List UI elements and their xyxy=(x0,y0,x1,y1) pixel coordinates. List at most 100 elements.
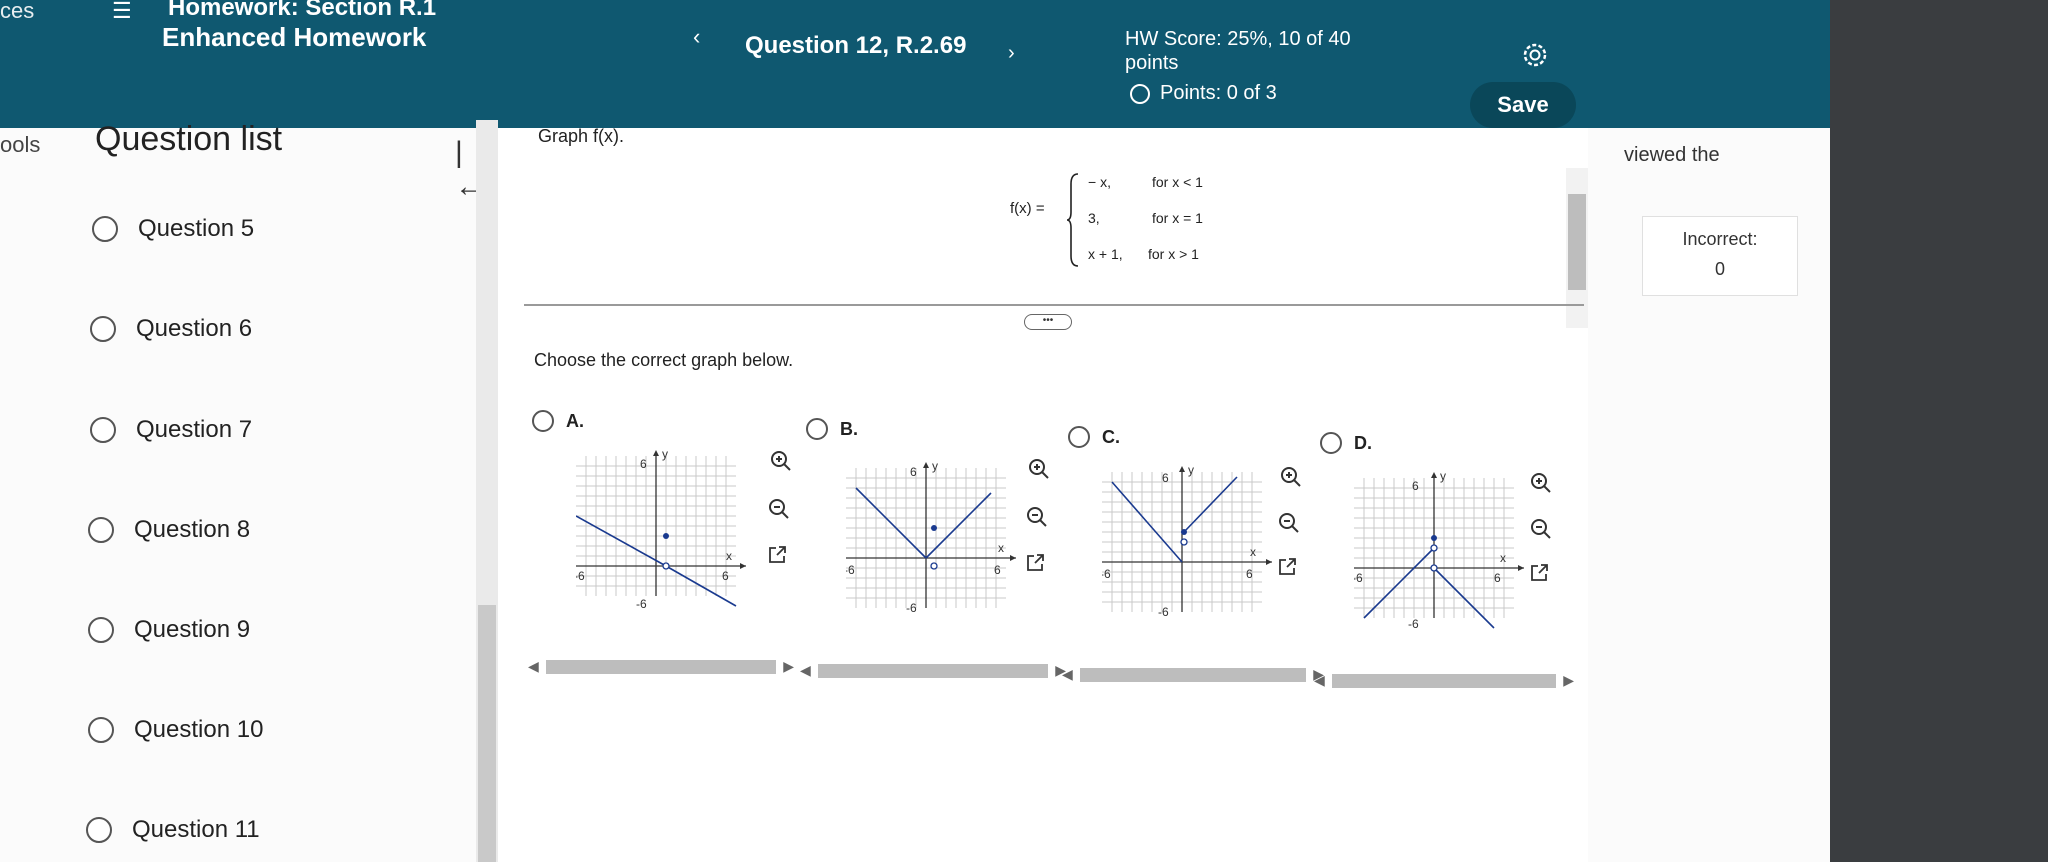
question-label: Question 11 xyxy=(132,816,260,843)
radio-icon xyxy=(88,517,114,543)
option-c[interactable]: C. xyxy=(1068,426,1120,448)
zoom-in-icon[interactable] xyxy=(1526,468,1556,498)
graph-d-hscroll[interactable]: ◀ ▶ xyxy=(1312,670,1576,692)
expand-icon[interactable] xyxy=(1272,552,1302,582)
zoom-out-icon[interactable] xyxy=(1274,508,1304,538)
piece-cond-3: for x > 1 xyxy=(1148,246,1199,262)
menu-icon[interactable]: ☰ xyxy=(112,0,132,24)
tick-label-neg: -6 xyxy=(1354,571,1363,585)
radio-icon xyxy=(92,216,118,242)
question-item-10[interactable]: Question 10 xyxy=(88,710,263,750)
zoom-in-icon[interactable] xyxy=(1024,454,1054,484)
question-item-8[interactable]: Question 8 xyxy=(88,510,250,550)
question-label: Question 8 xyxy=(134,516,251,543)
axis-label-y: y xyxy=(1440,469,1446,483)
scroll-thumb[interactable] xyxy=(1080,668,1306,682)
question-item-11[interactable]: Question 11 xyxy=(86,810,260,850)
piece-cond-2: for x = 1 xyxy=(1152,210,1203,226)
option-d[interactable]: D. xyxy=(1320,432,1372,454)
settings-gear-icon[interactable] xyxy=(1520,40,1550,70)
screen: ces ☰ Homework: Section R.1 Enhanced Hom… xyxy=(0,0,2048,862)
save-button[interactable]: Save xyxy=(1470,82,1576,128)
tick-label-neg-y: -6 xyxy=(636,597,647,608)
prev-question-button[interactable]: ‹ xyxy=(693,24,700,50)
graph-c-hscroll[interactable]: ◀ ▶ xyxy=(1060,664,1326,686)
graph-c: 6 y x -6 6 -6 xyxy=(1100,462,1282,624)
option-a[interactable]: A. xyxy=(532,410,584,432)
question-label: Question 10 xyxy=(134,716,264,743)
axis-label-x: x xyxy=(1500,551,1506,565)
scroll-thumb[interactable] xyxy=(818,664,1048,678)
question-item-6[interactable]: Question 6 xyxy=(90,309,252,349)
piece-expr-1: − x, xyxy=(1088,174,1111,190)
graph-d: 6 y x -6 6 -6 xyxy=(1352,468,1534,631)
zoom-out-icon[interactable] xyxy=(764,494,794,524)
assignment-title: Enhanced Homework xyxy=(162,22,427,52)
expand-icon[interactable] xyxy=(1020,548,1050,578)
graph-a: 6 y x -6 6 -6 xyxy=(574,446,756,611)
tick-label-pos-x: 6 xyxy=(994,563,1001,577)
more-button[interactable]: ••• xyxy=(1024,314,1072,330)
radio-icon xyxy=(806,418,828,440)
option-letter: A. xyxy=(566,410,584,431)
scroll-right-icon[interactable]: ▶ xyxy=(1563,672,1574,689)
tick-label-neg: -6 xyxy=(1102,567,1111,581)
scroll-left-icon[interactable]: ◀ xyxy=(528,658,539,675)
points-text: Points: 0 of 3 xyxy=(1160,82,1277,104)
header-bar: ces ☰ Homework: Section R.1 Enhanced Hom… xyxy=(0,0,1830,128)
zoom-in-icon[interactable] xyxy=(766,446,796,476)
radio-icon xyxy=(88,617,114,643)
graph-b: 6 y x -6 6 -6 xyxy=(844,458,1026,620)
scroll-thumb[interactable] xyxy=(546,660,776,674)
tick-label-pos-x: 6 xyxy=(722,569,729,583)
app-window: ces ☰ Homework: Section R.1 Enhanced Hom… xyxy=(0,0,1830,862)
choose-instruction: Choose the correct graph below. xyxy=(534,350,794,370)
graph-b-hscroll[interactable]: ◀ ▶ xyxy=(798,660,1068,682)
background-outside-window xyxy=(1830,0,2048,862)
question-label: Question 5 xyxy=(138,215,255,242)
graph-a-hscroll[interactable]: ◀ ▶ xyxy=(526,656,796,678)
tick-label-neg-y: -6 xyxy=(1408,617,1419,630)
expand-icon[interactable] xyxy=(762,540,792,570)
right-info-panel: viewed the Incorrect: 0 xyxy=(1588,128,1830,862)
question-area: Graph f(x). f(x) = − x, for x < 1 3, for… xyxy=(498,126,1588,862)
question-item-5[interactable]: Question 5 xyxy=(92,209,254,249)
question-label: Question 6 xyxy=(136,315,253,342)
radio-icon xyxy=(1320,432,1342,454)
next-question-button[interactable]: › xyxy=(1008,42,1015,65)
radio-icon xyxy=(90,316,116,342)
axis-label-x: x xyxy=(726,549,732,563)
scroll-right-icon[interactable]: ▶ xyxy=(783,658,794,675)
tick-label-pos: 6 xyxy=(1412,479,1419,493)
tick-label-pos-x: 6 xyxy=(1246,567,1253,581)
scroll-left-icon[interactable]: ◀ xyxy=(1314,672,1325,689)
radio-icon xyxy=(90,417,116,443)
question-item-9[interactable]: Question 9 xyxy=(88,610,250,650)
option-letter: B. xyxy=(840,418,858,439)
tick-label-pos: 6 xyxy=(640,457,647,471)
expand-icon[interactable] xyxy=(1524,558,1554,588)
function-label: f(x) = xyxy=(1010,200,1045,217)
question-prompt: Graph f(x). xyxy=(538,126,625,146)
option-b[interactable]: B. xyxy=(806,418,858,440)
radio-icon xyxy=(532,410,554,432)
axis-label-x: x xyxy=(998,541,1004,555)
tick-label-pos: 6 xyxy=(1162,471,1169,485)
prompt-scroll-thumb[interactable] xyxy=(1568,194,1586,290)
question-item-7[interactable]: Question 7 xyxy=(90,410,252,450)
tick-label-neg-y: -6 xyxy=(1158,605,1169,619)
scroll-left-icon[interactable]: ◀ xyxy=(800,662,811,679)
zoom-in-icon[interactable] xyxy=(1276,462,1306,492)
tick-label-pos: 6 xyxy=(910,465,917,479)
zoom-out-icon[interactable] xyxy=(1022,502,1052,532)
option-letter: D. xyxy=(1354,432,1372,453)
scroll-left-icon[interactable]: ◀ xyxy=(1062,666,1073,683)
tick-label-neg: -6 xyxy=(576,569,585,583)
question-label: Question 9 xyxy=(134,616,251,643)
radio-icon xyxy=(86,817,112,843)
points-status: Points: 0 of 3 xyxy=(1130,82,1277,105)
question-list-scroll-thumb[interactable] xyxy=(478,605,496,862)
scroll-thumb[interactable] xyxy=(1332,674,1556,688)
zoom-out-icon[interactable] xyxy=(1526,514,1556,544)
piece-expr-2: 3, xyxy=(1088,210,1100,226)
